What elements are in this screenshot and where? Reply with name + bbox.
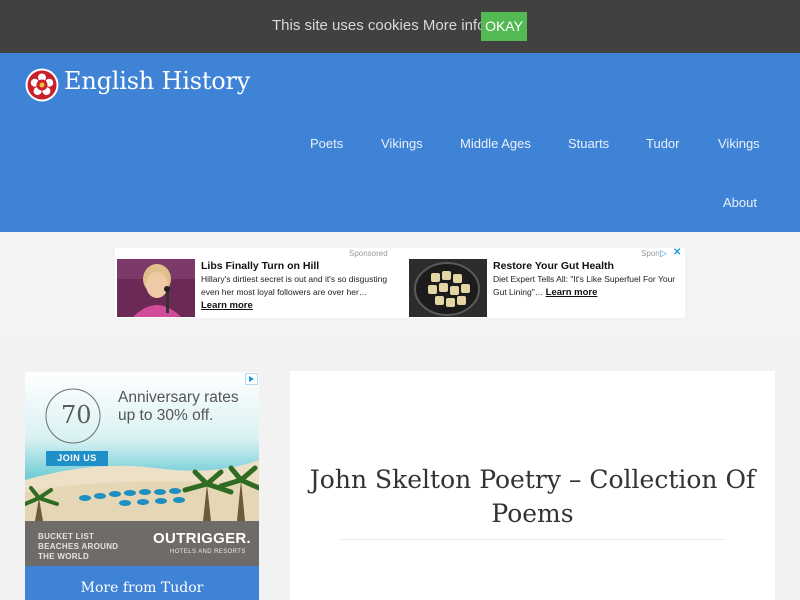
tudor-rose-icon[interactable] (25, 68, 59, 102)
adchoices-icon[interactable]: ▷ (660, 248, 667, 259)
ad-right-sponsored-label: Spon (641, 249, 660, 258)
ad-left-body: Hillary's dirtiest secret is out and it'… (201, 273, 396, 312)
side-ad-headline: Anniversary rates up to 30% off. (118, 389, 239, 424)
sponsored-ad-unit: Libs Finally Turn on Hill Hillary's dirt… (115, 247, 685, 318)
nav-item-vikings-2[interactable]: Vikings (718, 136, 760, 151)
ad-left-learn-more-link[interactable]: Learn more (201, 300, 253, 311)
cookie-okay-button[interactable]: OKAY (481, 12, 527, 41)
ad-right-body: Diet Expert Tells All: "It's Like Superf… (493, 273, 683, 299)
title-divider (340, 539, 725, 540)
nav-item-tudor[interactable]: Tudor (646, 136, 679, 151)
site-title[interactable]: English History (64, 67, 250, 95)
nav-item-poets[interactable]: Poets (310, 136, 343, 151)
nav-item-middle-ages[interactable]: Middle Ages (460, 136, 531, 151)
anniversary-badge-year: 70 (61, 401, 92, 429)
nav-item-about[interactable]: About (723, 195, 757, 210)
outrigger-logo: OUTRIGGER. (153, 530, 252, 547)
site-header: English History Poets Vikings Middle Age… (0, 53, 800, 232)
nav-item-vikings[interactable]: Vikings (381, 136, 423, 151)
ad-left-body-text: Hillary's dirtiest secret is out and it'… (201, 274, 388, 297)
nav-item-stuarts[interactable]: Stuarts (568, 136, 609, 151)
cookie-bar: This site uses cookies More info OKAY (0, 0, 800, 53)
ad-left-headline[interactable]: Libs Finally Turn on Hill (201, 260, 319, 272)
side-ad-footer: BUCKET LIST BEACHES AROUND THE WORLD OUT… (25, 521, 259, 566)
outrigger-tagline: HOTELS AND RESORTS (170, 549, 246, 555)
ad-right-learn-more-link[interactable]: Learn more (546, 287, 598, 298)
more-from-section: More from Tudor (25, 566, 259, 600)
article-card: John Skelton Poetry – Collection Of Poem… (290, 371, 775, 600)
more-from-title: More from Tudor (80, 580, 204, 596)
close-icon[interactable]: ✕ (673, 247, 681, 258)
adchoices-icon[interactable] (245, 373, 258, 385)
ad-right-headline[interactable]: Restore Your Gut Health (493, 260, 614, 272)
article-title: John Skelton Poetry – Collection Of Poem… (309, 465, 756, 528)
cookie-message: This site uses cookies More info (272, 17, 486, 34)
bucket-list-text: BUCKET LIST BEACHES AROUND THE WORLD (38, 532, 119, 561)
join-us-button[interactable]: JOIN US (46, 451, 108, 466)
ad-strip: Libs Finally Turn on Hill Hillary's dirt… (0, 232, 800, 338)
sidebar-ad[interactable]: 70 Anniversary rates up to 30% off. JOIN… (25, 372, 259, 566)
ad-thumbnail-politician[interactable] (117, 259, 195, 317)
ad-left-sponsored-label: Sponsored (349, 249, 388, 258)
ad-thumbnail-food[interactable] (409, 259, 487, 317)
